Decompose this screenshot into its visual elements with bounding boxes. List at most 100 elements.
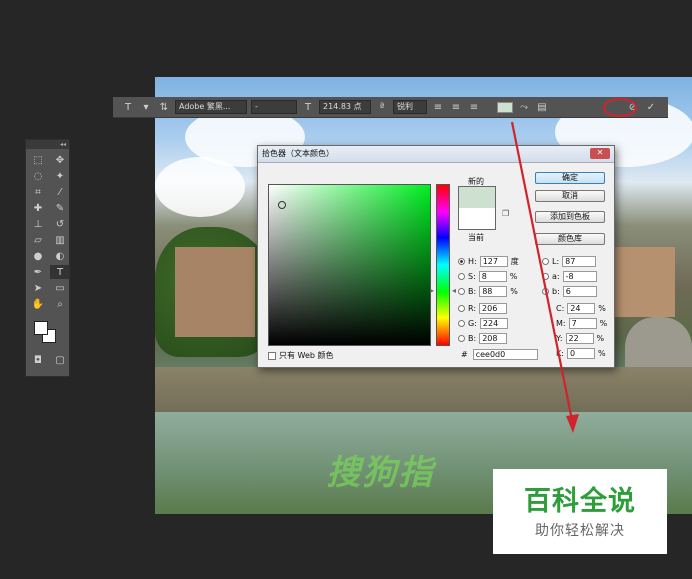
history-brush-icon[interactable]: ↺ [50,217,70,231]
warp-text-icon[interactable]: ⤳ [517,100,531,114]
brush-tool-icon[interactable]: ✎ [50,201,70,215]
text-options-bar: T ▾ ⇅ Adobe 繁黑... - T 214.83 点 ª 锐利 ≡ ≡ … [113,97,668,118]
cancel-button[interactable]: 取消 [535,190,605,202]
hex-label: # [461,350,468,359]
color-picker-dialog: 拾色器（文本颜色） ✕ ▸ ◂ 新的 当前 ❒ 确定 取消 添加到色板 颜色库 … [257,145,615,368]
add-to-swatches-button[interactable]: 添加到色板 [535,211,605,223]
yellow-input[interactable]: 22 [565,332,594,344]
black-input[interactable]: 0 [566,347,595,359]
font-family-select[interactable]: Adobe 繁黑... [175,100,247,114]
dodge-tool-icon[interactable]: ◐ [50,249,70,263]
crop-tool-icon[interactable]: ⌗ [28,185,48,199]
magenta-unit: % [599,318,608,328]
blue-row: B: 208 [458,332,508,344]
hex-input[interactable]: cee0d0 [472,349,538,360]
lightness-input[interactable]: 87 [562,255,597,267]
align-right-icon[interactable]: ≡ [467,100,481,114]
red-input[interactable]: 206 [479,302,508,314]
color-comparison [458,186,496,230]
align-left-icon[interactable]: ≡ [431,100,445,114]
hue-radio[interactable] [458,257,465,265]
text-color-swatch[interactable] [497,101,513,113]
a-channel-input[interactable]: -8 [562,270,597,282]
magic-wand-icon[interactable]: ✦ [50,169,70,183]
magenta-row: M: 7 % [556,317,610,329]
zoom-tool-icon[interactable]: ⌕ [50,297,70,311]
saturation-brightness-field[interactable] [268,184,431,346]
blue-radio[interactable] [458,334,465,342]
close-icon[interactable]: ✕ [590,148,610,159]
red-row: R: 206 [458,302,508,314]
font-size-select[interactable]: 214.83 点 [319,100,371,114]
magenta-input[interactable]: 7 [568,317,597,329]
saturation-radio[interactable] [458,272,465,280]
toggle-orientation-icon[interactable]: ⇅ [157,100,171,114]
path-select-icon[interactable]: ➤ [28,281,48,295]
saturation-input[interactable]: 8 [478,270,507,282]
quick-mask-icon[interactable]: ◘ [28,353,48,367]
hue-slider-left-arrow-icon[interactable]: ▸ [430,286,434,295]
brightness-input[interactable]: 88 [479,285,508,297]
current-color-swatch[interactable] [459,208,495,229]
hue-input[interactable]: 127 [479,255,508,267]
green-row: G: 224 [458,317,508,329]
eraser-tool-icon[interactable]: ▱ [28,233,48,247]
foreground-color[interactable] [34,321,48,335]
marquee-tool-icon[interactable]: ⬚ [28,153,48,167]
panel-collapse-icon[interactable]: ◂◂ [26,140,69,149]
color-libraries-button[interactable]: 颜色库 [535,233,605,245]
screen-mode-icon[interactable]: ▢ [50,353,70,367]
cyan-input[interactable]: 24 [567,302,596,314]
brightness-radio[interactable] [458,287,465,295]
web-colors-only-option[interactable]: 只有 Web 颜色 [268,350,334,361]
move-tool-icon[interactable]: ✥ [50,153,70,167]
color-marker[interactable] [278,201,286,209]
character-panel-icon[interactable]: ▤ [535,100,549,114]
b-channel-row: b: 6 [542,285,597,297]
black-label: K: [556,348,564,358]
stamp-tool-icon[interactable]: ⊥ [28,217,48,231]
lightness-label: L: [552,256,560,266]
b-channel-radio[interactable] [542,287,549,295]
hue-row: H: 127 度 [458,255,521,267]
saturation-label: S: [468,271,476,281]
type-tool-icon[interactable]: T [50,265,70,279]
healing-brush-icon[interactable]: ✚ [28,201,48,215]
b-channel-input[interactable]: 6 [562,285,597,297]
lightness-radio[interactable] [542,257,549,265]
green-input[interactable]: 224 [479,317,508,329]
a-channel-radio[interactable] [542,272,549,280]
web-colors-checkbox[interactable] [268,351,276,360]
yellow-unit: % [596,333,605,343]
a-channel-label: a: [552,271,560,281]
cyan-unit: % [598,303,606,313]
cube-warning-icon[interactable]: ❒ [502,209,509,218]
antialias-select[interactable]: 锐利 [393,100,427,114]
eyedropper-tool-icon[interactable]: ⁄ [50,185,70,199]
gradient-tool-icon[interactable]: ▥ [50,233,70,247]
type-tool-icon[interactable]: T [121,100,135,114]
logo-main-text: 百科全说 [524,486,636,517]
commit-edit-icon[interactable]: ✓ [644,100,658,114]
saturation-row: S: 8 % [458,270,520,282]
blur-tool-icon[interactable]: ● [28,249,48,263]
blue-input[interactable]: 208 [479,332,508,344]
hex-row: # cee0d0 [461,349,538,360]
ok-button[interactable]: 确定 [535,172,605,184]
hue-slider-right-arrow-icon[interactable]: ◂ [452,286,456,295]
lasso-tool-icon[interactable]: ◌ [28,169,48,183]
color-swatches [30,319,69,349]
new-color-swatch [459,187,495,208]
pen-tool-icon[interactable]: ✒ [28,265,48,279]
red-radio[interactable] [458,304,465,312]
dropdown-arrow-icon[interactable]: ▾ [139,100,153,114]
hue-slider[interactable]: ▸ ◂ [430,184,456,346]
red-label: R: [468,303,477,313]
shape-tool-icon[interactable]: ▭ [50,281,70,295]
green-radio[interactable] [458,319,465,327]
hand-tool-icon[interactable]: ✋ [28,297,48,311]
align-center-icon[interactable]: ≡ [449,100,463,114]
hue-label: H: [468,256,477,266]
font-style-select[interactable]: - [251,100,297,114]
lightness-row: L: 87 [542,255,597,267]
